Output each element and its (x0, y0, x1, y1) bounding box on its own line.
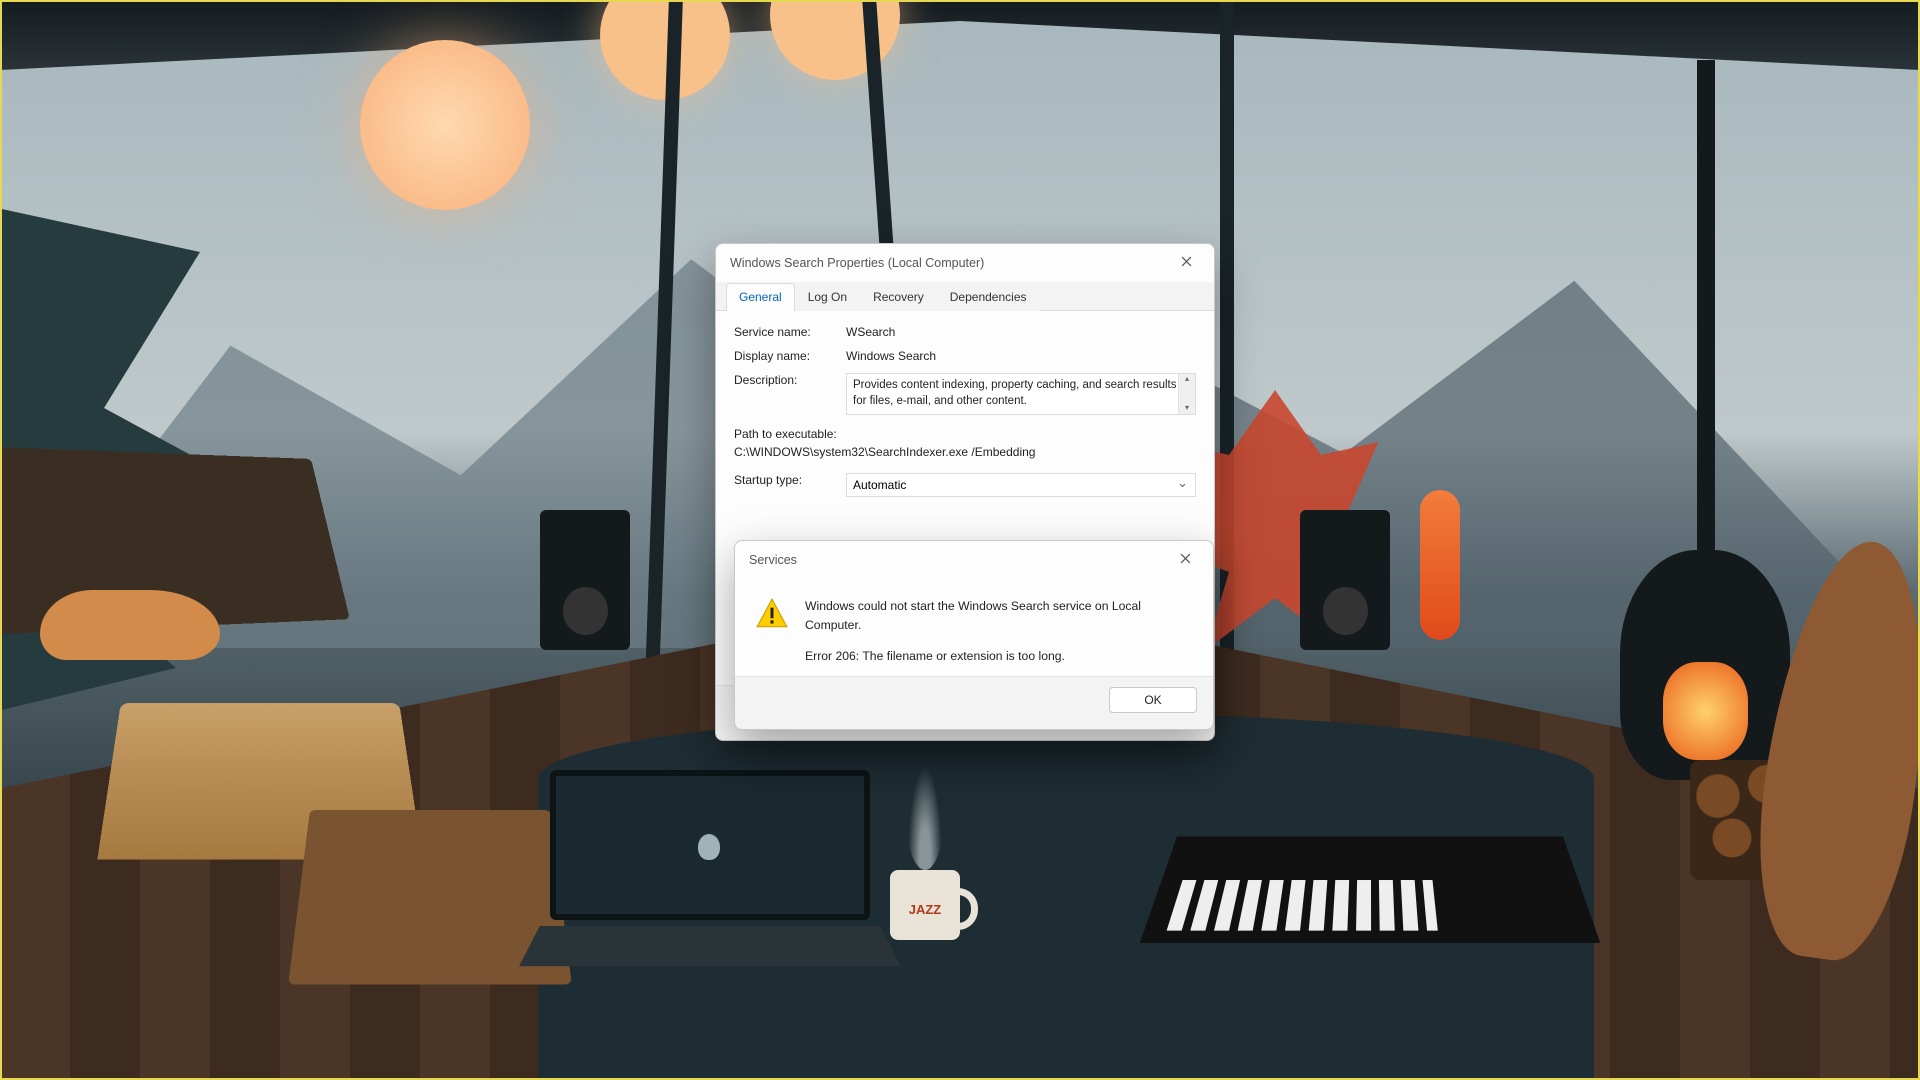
tab-general[interactable]: General (726, 283, 795, 311)
close-button[interactable] (1166, 249, 1206, 277)
close-icon (1180, 553, 1191, 567)
path-label: Path to executable: (734, 425, 1196, 443)
ok-button[interactable]: OK (1109, 687, 1197, 713)
tab-recovery[interactable]: Recovery (860, 283, 937, 311)
startup-type-select[interactable]: Automatic (846, 473, 1196, 497)
close-button[interactable] (1165, 546, 1205, 574)
error-message: Windows could not start the Windows Sear… (805, 597, 1193, 666)
tab-label: Recovery (873, 290, 924, 304)
tab-label: Dependencies (950, 290, 1027, 304)
service-name-label: Service name: (734, 325, 846, 339)
mug-label: JAZZ (890, 902, 960, 917)
error-line-1: Windows could not start the Windows Sear… (805, 597, 1193, 635)
warning-icon (755, 597, 789, 666)
tab-dependencies[interactable]: Dependencies (937, 283, 1040, 311)
error-line-2: Error 206: The filename or extension is … (805, 647, 1193, 666)
tab-log-on[interactable]: Log On (795, 283, 860, 311)
scroll-down-icon[interactable]: ▾ (1185, 403, 1189, 414)
path-value: C:\WINDOWS\system32\SearchIndexer.exe /E… (734, 443, 1196, 461)
titlebar[interactable]: Services (735, 541, 1213, 579)
dialog-title: Services (749, 553, 797, 567)
scroll-up-icon[interactable]: ▴ (1185, 374, 1189, 385)
description-scrollbar[interactable]: ▴ ▾ (1178, 374, 1195, 414)
services-error-dialog: Services Windows could not start the Win… (734, 540, 1214, 730)
titlebar[interactable]: Windows Search Properties (Local Compute… (716, 244, 1214, 282)
tab-strip: General Log On Recovery Dependencies (716, 282, 1214, 311)
display-name-label: Display name: (734, 349, 846, 363)
close-icon (1181, 256, 1192, 270)
description-label: Description: (734, 373, 846, 387)
dialog-body: Service name: WSearch Display name: Wind… (716, 311, 1214, 507)
description-text: Provides content indexing, property cach… (853, 379, 1176, 407)
button-label: OK (1144, 693, 1161, 707)
display-name-value: Windows Search (846, 349, 1196, 363)
service-name-value: WSearch (846, 325, 1196, 339)
dialog-title: Windows Search Properties (Local Compute… (730, 256, 984, 270)
startup-type-label: Startup type: (734, 473, 846, 487)
tab-label: General (739, 290, 782, 304)
description-textbox[interactable]: Provides content indexing, property cach… (846, 373, 1196, 415)
mug: JAZZ (890, 870, 960, 940)
tab-label: Log On (808, 290, 847, 304)
